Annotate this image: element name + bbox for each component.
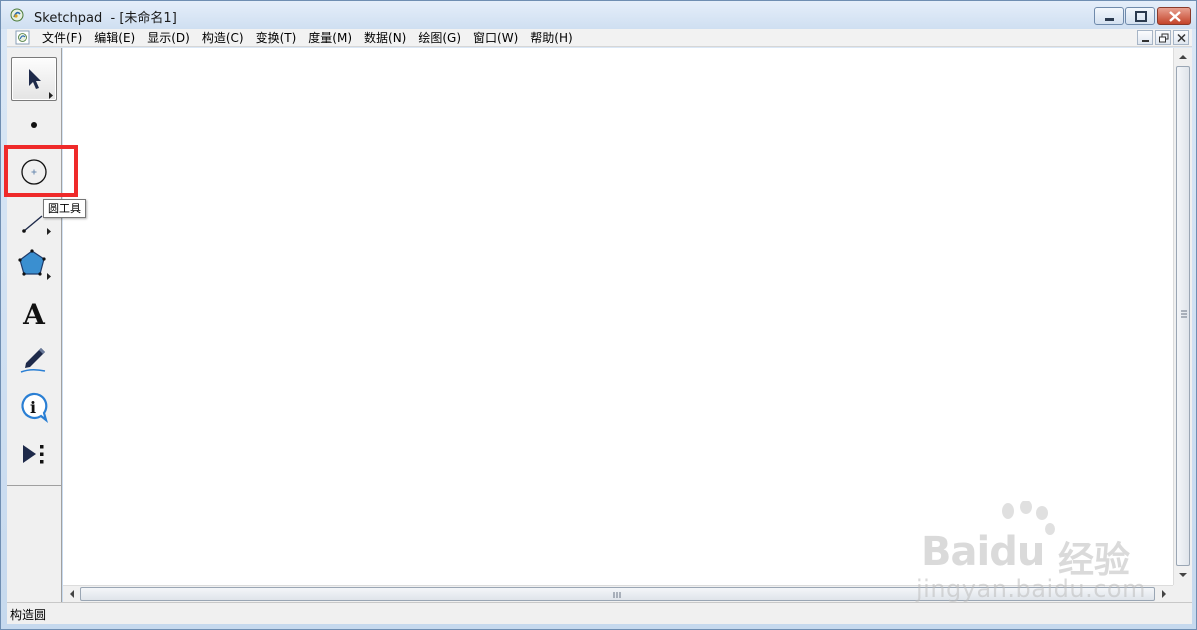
menu-window[interactable]: 窗口(W) xyxy=(469,30,522,46)
tool-tooltip: 圆工具 xyxy=(43,199,86,218)
text-tool[interactable]: A xyxy=(11,294,57,338)
doc-restore-button[interactable] xyxy=(1155,30,1171,45)
window-title: Sketchpad - [未命名1] xyxy=(34,11,177,26)
scroll-right-icon[interactable] xyxy=(1159,589,1169,599)
menu-display[interactable]: 显示(D) xyxy=(143,30,194,46)
menu-transform[interactable]: 变换(T) xyxy=(252,30,301,46)
app-window: Sketchpad - [未命名1] 文件(F) 编辑(E) 显示(D) 构造(… xyxy=(0,0,1197,630)
info-icon: i xyxy=(21,392,49,424)
watermark-brand: Baidu xyxy=(921,529,1045,575)
vertical-scrollbar[interactable] xyxy=(1173,48,1192,585)
scroll-left-icon[interactable] xyxy=(67,589,77,599)
scrollbar-corner xyxy=(1173,585,1192,602)
grip-icon xyxy=(1181,310,1187,318)
letter-a-icon: A xyxy=(22,298,46,331)
restore-button[interactable] xyxy=(1125,7,1155,25)
restore-icon xyxy=(1159,33,1169,43)
menu-file[interactable]: 文件(F) xyxy=(38,30,86,46)
menu-graph[interactable]: 绘图(G) xyxy=(414,30,465,46)
minimize-button[interactable] xyxy=(1094,7,1124,25)
scroll-up-icon[interactable] xyxy=(1178,52,1188,62)
doc-minimize-button[interactable] xyxy=(1137,30,1153,45)
menu-edit[interactable]: 编辑(E) xyxy=(90,30,139,46)
close-icon xyxy=(1177,33,1186,43)
menu-help[interactable]: 帮助(H) xyxy=(526,30,576,46)
close-icon xyxy=(1169,11,1181,22)
vertical-scroll-thumb[interactable] xyxy=(1176,66,1190,566)
toolbox: A i xyxy=(7,48,62,602)
toolbox-divider xyxy=(7,485,61,486)
selection-arrow-tool[interactable] xyxy=(11,57,57,101)
svg-text:A: A xyxy=(22,298,46,331)
information-tool[interactable]: i xyxy=(11,388,57,432)
play-dots-icon xyxy=(23,445,44,464)
compass-tool-highlight xyxy=(4,145,78,197)
arrow-pointer-icon xyxy=(29,69,53,99)
custom-tool[interactable] xyxy=(11,434,57,478)
menu-data[interactable]: 数据(N) xyxy=(360,30,410,46)
pentagon-icon xyxy=(18,249,51,280)
polygon-tool[interactable] xyxy=(11,246,57,290)
menu-items: 文件(F) 编辑(E) 显示(D) 构造(C) 变换(T) 度量(M) 数据(N… xyxy=(38,30,581,46)
sketchpad-app-icon xyxy=(10,8,24,22)
marker-tool[interactable] xyxy=(11,341,57,385)
doc-close-button[interactable] xyxy=(1173,30,1189,45)
menu-bar: 文件(F) 编辑(E) 显示(D) 构造(C) 变换(T) 度量(M) 数据(N… xyxy=(7,29,1192,47)
menu-construct[interactable]: 构造(C) xyxy=(198,30,248,46)
point-tool[interactable] xyxy=(11,104,57,148)
status-text: 构造圆 xyxy=(10,608,47,622)
marker-pen-icon xyxy=(20,348,46,373)
minimize-icon xyxy=(1105,18,1114,21)
restore-icon xyxy=(1135,11,1147,22)
point-icon xyxy=(31,122,37,128)
scroll-down-icon[interactable] xyxy=(1178,570,1188,580)
menu-measure[interactable]: 度量(M) xyxy=(304,30,356,46)
watermark-url: jingyan.baidu.com xyxy=(916,575,1146,603)
close-button[interactable] xyxy=(1157,7,1191,25)
baidu-watermark: Baidu 经验 jingyan.baidu.com xyxy=(916,501,1146,606)
document-icon[interactable] xyxy=(15,30,30,45)
title-bar[interactable]: Sketchpad - [未命名1] xyxy=(1,1,1196,29)
minimize-icon xyxy=(1142,40,1149,42)
svg-text:i: i xyxy=(30,398,36,417)
